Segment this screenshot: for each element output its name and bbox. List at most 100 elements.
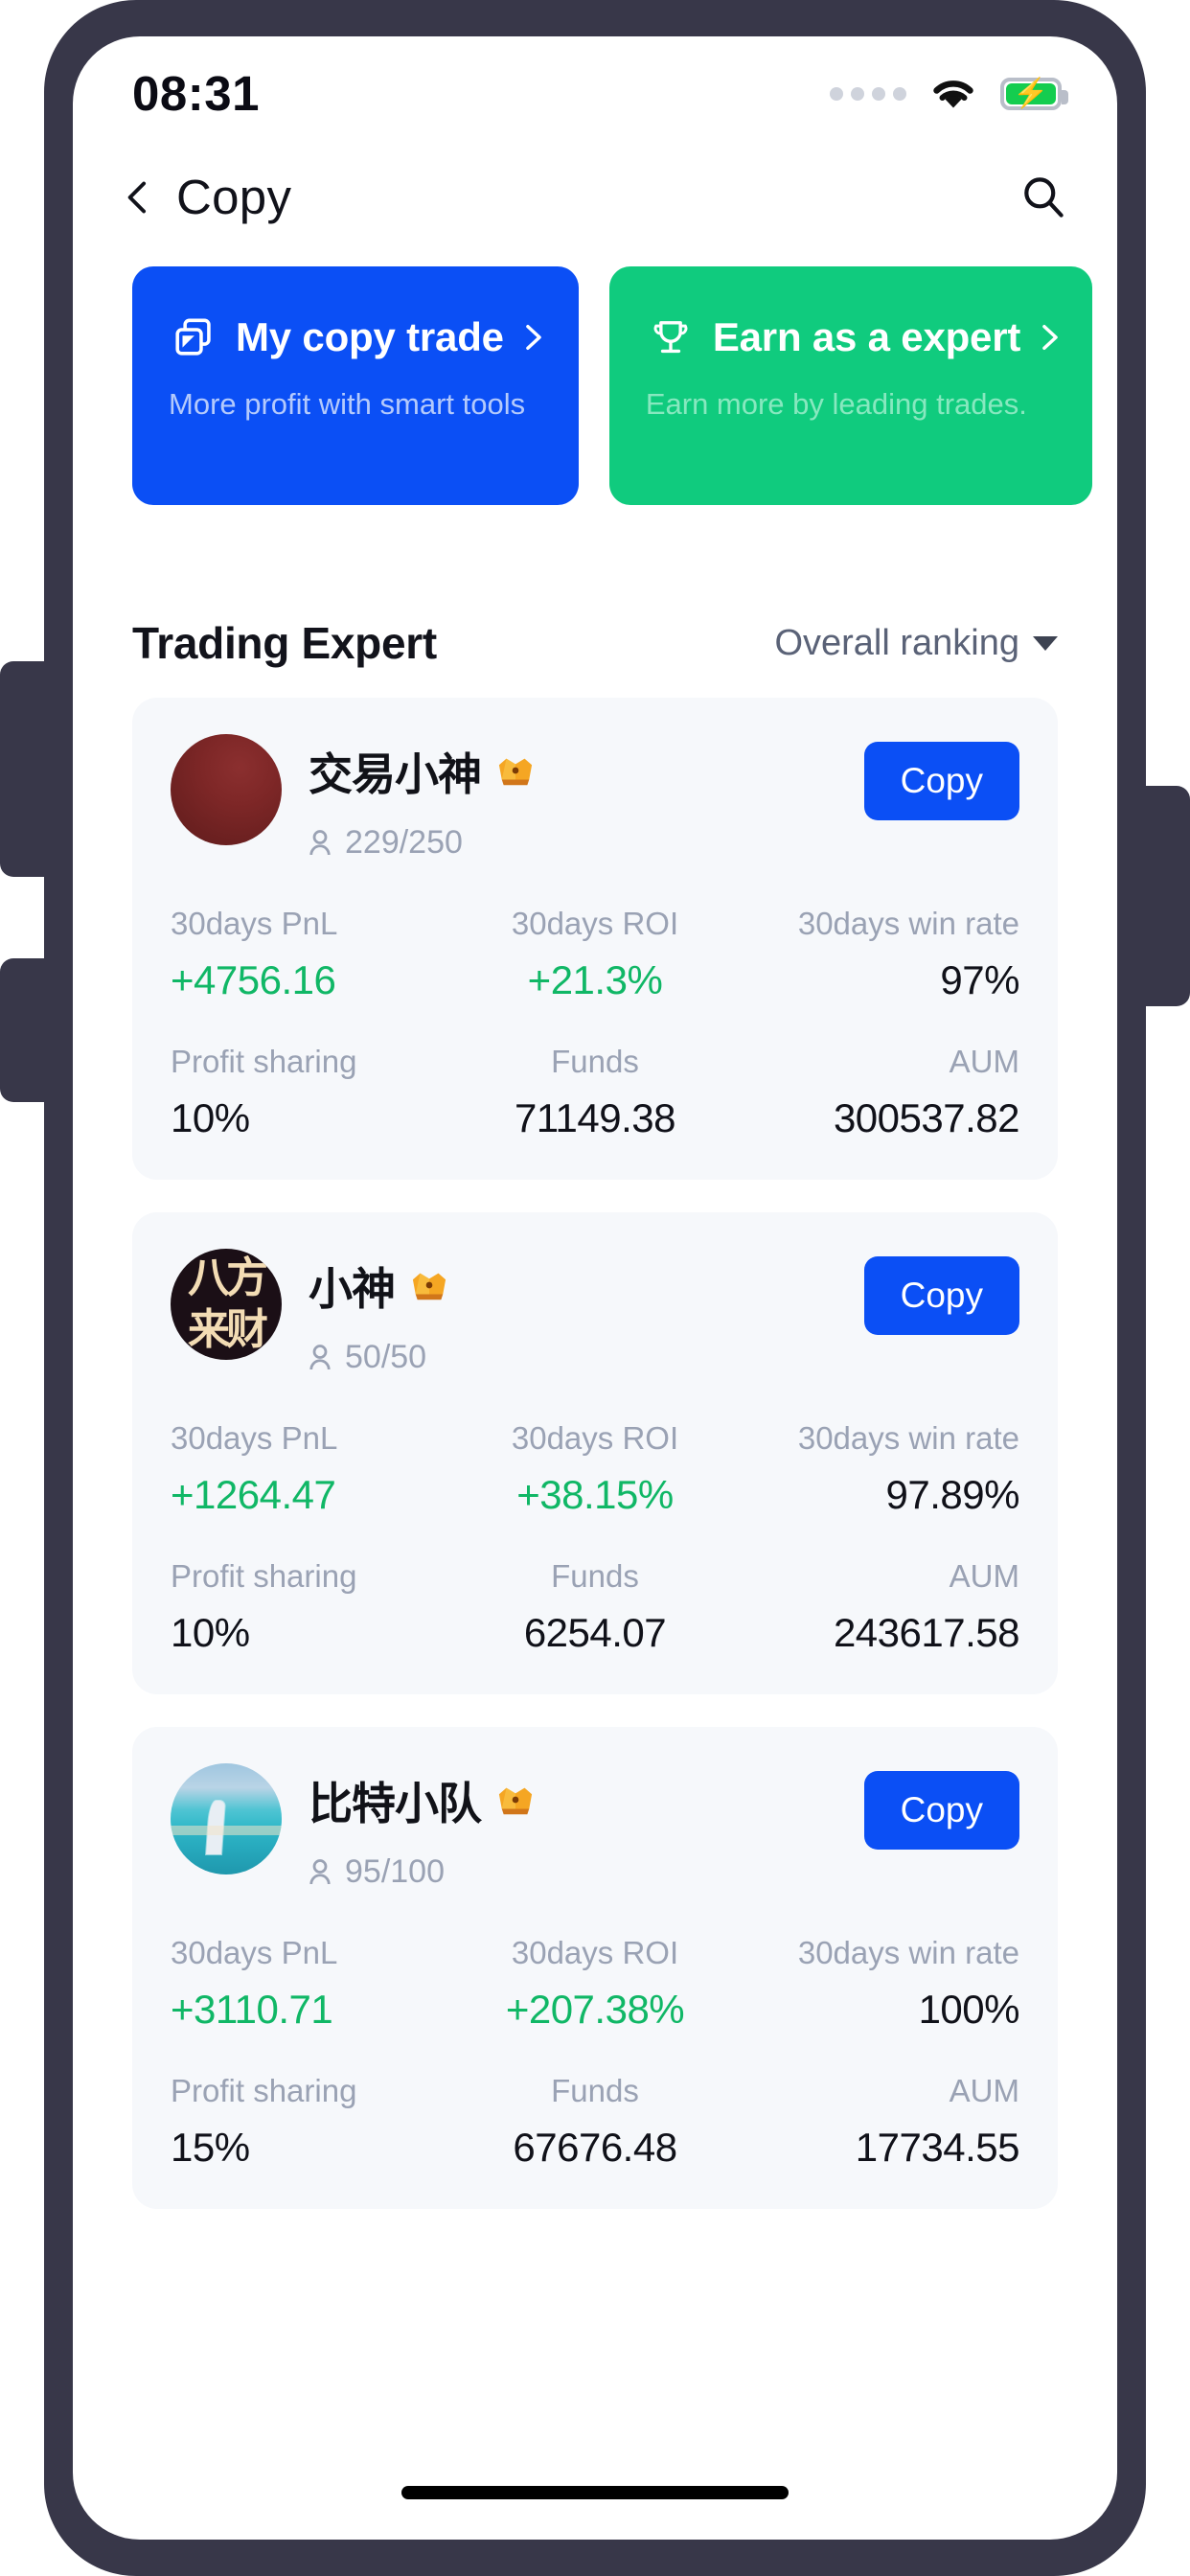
- home-indicator[interactable]: [401, 2486, 789, 2499]
- trader-card[interactable]: 交易小神 229/250 Copy 30days PnL +4756.16 30…: [132, 698, 1058, 1180]
- ranking-dropdown[interactable]: Overall ranking: [774, 623, 1058, 664]
- stat-value: 71149.38: [514, 1095, 676, 1140]
- avatar: [171, 1249, 282, 1360]
- phone-frame: 08:31 ⚡ Copy My copy trade More profit w…: [0, 0, 1190, 2576]
- stat-value: 10%: [171, 1610, 250, 1655]
- promo-card-my-copy-trade[interactable]: My copy trade More profit with smart too…: [132, 266, 579, 505]
- stat-label: 30days ROI: [511, 906, 679, 941]
- stat-roi: 30days ROI +21.3%: [453, 906, 736, 1003]
- stat-label: 30days PnL: [171, 1420, 338, 1456]
- followers-count: 229/250: [309, 824, 864, 862]
- stat-profit-sharing: Profit sharing 15%: [171, 2073, 453, 2171]
- stat-value: 97.89%: [885, 1472, 1020, 1517]
- stat-win-rate: 30days win rate 97.89%: [737, 1420, 1020, 1518]
- stat-roi: 30days ROI +38.15%: [453, 1420, 736, 1518]
- status-icons: ⚡: [830, 78, 1068, 110]
- stat-label: AUM: [949, 1558, 1019, 1594]
- stat-funds: Funds 67676.48: [453, 2073, 736, 2171]
- stat-profit-sharing: Profit sharing 10%: [171, 1044, 453, 1141]
- stat-value: +21.3%: [527, 957, 663, 1002]
- promo-card-earn-as-expert[interactable]: Earn as a expert Earn more by leading tr…: [608, 266, 1092, 505]
- battery-charging-icon: ⚡: [1000, 78, 1068, 110]
- stat-value: 243617.58: [833, 1610, 1020, 1655]
- stat-pnl: 30days PnL +3110.71: [171, 1935, 453, 2033]
- stat-value: 10%: [171, 1095, 250, 1140]
- stat-row: Profit sharing 10% Funds 6254.07 AUM 243…: [171, 1558, 1019, 1656]
- promo-cards: My copy trade More profit with smart too…: [73, 266, 1117, 505]
- stat-aum: AUM 243617.58: [737, 1558, 1020, 1656]
- copy-documents-icon: [169, 312, 218, 362]
- stat-row: Profit sharing 10% Funds 71149.38 AUM 30…: [171, 1044, 1019, 1141]
- stat-label: Funds: [551, 1558, 639, 1594]
- stat-label: Profit sharing: [171, 1044, 357, 1079]
- stat-row: Profit sharing 15% Funds 67676.48 AUM 17…: [171, 2073, 1019, 2171]
- person-icon: [309, 828, 333, 859]
- stat-funds: Funds 6254.07: [453, 1558, 736, 1656]
- trader-header: 交易小神 229/250 Copy: [171, 734, 1019, 862]
- trader-info: 比特小队 95/100: [309, 1763, 864, 1891]
- copy-button[interactable]: Copy: [863, 1256, 1019, 1335]
- trader-card[interactable]: 比特小队 95/100 Copy 30days PnL +3110.71 30d…: [132, 1727, 1058, 2209]
- promo-subtitle: Earn more by leading trades.: [645, 387, 1027, 421]
- navigation-bar: Copy: [73, 142, 1117, 252]
- stat-value: 97%: [940, 957, 1019, 1002]
- promo-header-row: My copy trade: [169, 312, 546, 362]
- crown-badge-icon: [494, 752, 538, 791]
- stat-label: 30days win rate: [797, 1420, 1019, 1456]
- stat-win-rate: 30days win rate 100%: [737, 1935, 1020, 2033]
- stat-value: +1264.47: [171, 1472, 336, 1517]
- stat-label: 30days PnL: [171, 906, 338, 941]
- stat-roi: 30days ROI +207.38%: [453, 1935, 736, 2033]
- stat-value: +4756.16: [171, 957, 336, 1002]
- wifi-icon: [931, 78, 975, 110]
- trader-header: 小神: [171, 1249, 1019, 1376]
- signal-dots-icon: [830, 87, 906, 101]
- stat-win-rate: 30days win rate 97%: [737, 906, 1020, 1003]
- trader-info: 小神 50/50: [309, 1249, 864, 1376]
- avatar: [171, 734, 282, 845]
- page-title: Copy: [176, 170, 292, 224]
- search-icon: [1024, 176, 1064, 218]
- stat-label: Profit sharing: [171, 2073, 357, 2108]
- person-icon: [309, 1857, 333, 1888]
- followers-count: 50/50: [309, 1339, 864, 1376]
- stat-label: Funds: [551, 2073, 639, 2108]
- followers-text: 50/50: [345, 1339, 427, 1375]
- trader-card[interactable]: 小神: [132, 1212, 1058, 1694]
- volume-down-button[interactable]: [0, 958, 50, 1102]
- status-bar: 08:31 ⚡: [73, 36, 1117, 142]
- volume-up-button[interactable]: [0, 661, 50, 877]
- stat-value: 6254.07: [523, 1610, 667, 1655]
- stat-label: 30days PnL: [171, 1935, 338, 1970]
- back-button[interactable]: [113, 172, 165, 223]
- promo-subtitle: More profit with smart tools: [169, 387, 526, 421]
- stat-label: Funds: [551, 1044, 639, 1079]
- promo-header-row: Earn as a expert: [646, 312, 1060, 362]
- followers-text: 229/250: [345, 824, 463, 861]
- chevron-right-icon: [521, 319, 546, 356]
- trader-header: 比特小队 95/100 Copy: [171, 1763, 1019, 1891]
- followers-count: 95/100: [309, 1853, 864, 1891]
- person-icon: [309, 1343, 333, 1373]
- trader-stats: 30days PnL +3110.71 30days ROI +207.38% …: [171, 1935, 1019, 2171]
- trader-name: 小神: [309, 1263, 396, 1315]
- copy-button[interactable]: Copy: [863, 742, 1019, 820]
- stat-label: 30days ROI: [511, 1935, 679, 1970]
- trader-name-row: 比特小队: [309, 1769, 864, 1832]
- chevron-down-icon: [1033, 635, 1058, 651]
- copy-button[interactable]: Copy: [863, 1771, 1019, 1850]
- search-button[interactable]: [1016, 170, 1071, 225]
- power-button[interactable]: [1140, 786, 1190, 1006]
- stat-row: 30days PnL +3110.71 30days ROI +207.38% …: [171, 1935, 1019, 2033]
- stat-label: 30days ROI: [511, 1420, 679, 1456]
- promo-title: My copy trade: [236, 314, 504, 359]
- stat-label: AUM: [949, 1044, 1019, 1079]
- trader-name: 交易小神: [309, 748, 482, 800]
- stat-pnl: 30days PnL +4756.16: [171, 906, 453, 1003]
- phone-screen: 08:31 ⚡ Copy My copy trade More profit w…: [73, 36, 1117, 2540]
- stat-value: 300537.82: [833, 1095, 1020, 1140]
- stat-value: +207.38%: [505, 1987, 685, 2032]
- promo-title: Earn as a expert: [712, 314, 1021, 359]
- trader-name: 比特小队: [309, 1778, 482, 1829]
- stat-label: 30days win rate: [797, 906, 1019, 941]
